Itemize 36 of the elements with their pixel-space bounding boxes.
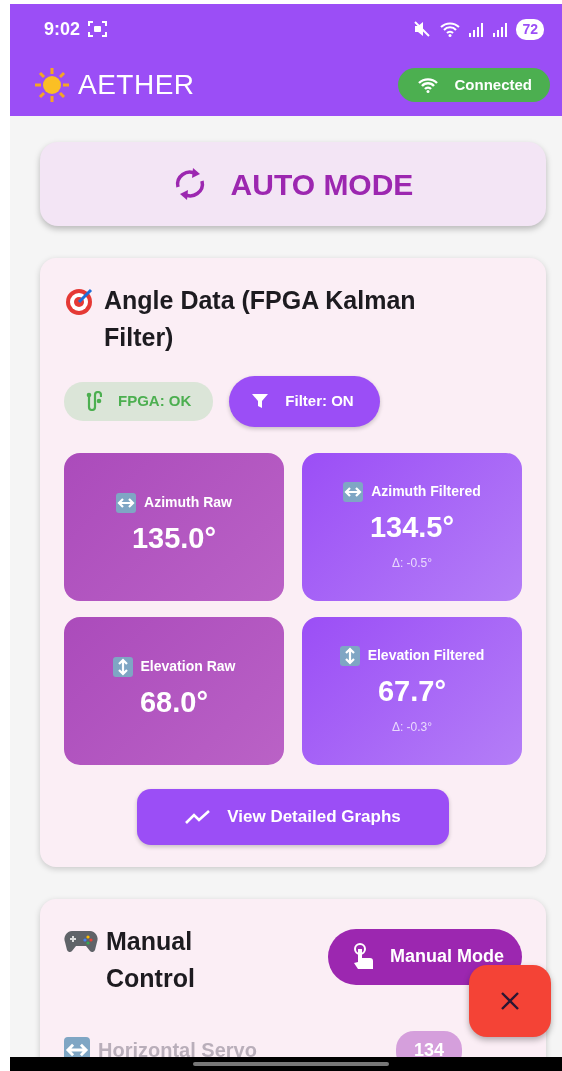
close-button[interactable] <box>469 965 551 1037</box>
tile-delta: Δ: -0.3° <box>391 718 433 736</box>
signal-icon <box>492 21 509 37</box>
tile-label: Elevation Filtered <box>367 646 485 666</box>
signal-icon <box>468 21 485 37</box>
manual-mode-button[interactable]: Manual Mode <box>328 928 522 985</box>
tile-delta: Δ: -0.5° <box>391 554 433 572</box>
wifi-icon <box>440 21 461 37</box>
card-title: Manual Control <box>106 925 196 994</box>
tile-value: 134.5° <box>369 510 455 546</box>
view-graphs-button[interactable]: View Detailed Graphs <box>137 788 449 845</box>
circuit-icon <box>86 391 102 412</box>
card-title: Angle Data (FPGA Kalman Filter) <box>104 285 417 353</box>
battery-indicator: 72 <box>516 18 544 40</box>
close-icon <box>500 991 520 1011</box>
tile-label: Azimuth Filtered <box>371 482 481 502</box>
connection-label: Connected <box>454 74 532 95</box>
tile-value: 67.7° <box>377 674 446 710</box>
status-time: 9:02 <box>44 17 81 41</box>
trend-icon <box>185 808 212 825</box>
servo-label: Horizontal Servo <box>98 1038 257 1057</box>
screenshot-icon <box>88 21 108 37</box>
tile-value: 68.0° <box>139 685 208 721</box>
tap-icon <box>352 942 374 971</box>
auto-mode-button[interactable]: AUTO MODE <box>40 142 546 226</box>
app-title: AETHER <box>78 68 195 102</box>
wifi-icon <box>418 77 439 93</box>
tile-value: 135.0° <box>131 521 217 557</box>
filter-icon <box>251 392 270 411</box>
tile-label: Azimuth Raw <box>144 493 232 513</box>
servo-value: 134 <box>395 1030 462 1057</box>
left-right-arrow-icon <box>64 1037 90 1057</box>
filter-toggle[interactable]: Filter: ON <box>229 376 380 427</box>
status-chip: FPGA: OK <box>64 382 214 421</box>
sun-icon <box>34 67 70 103</box>
tile-label: Elevation Raw <box>140 657 236 677</box>
